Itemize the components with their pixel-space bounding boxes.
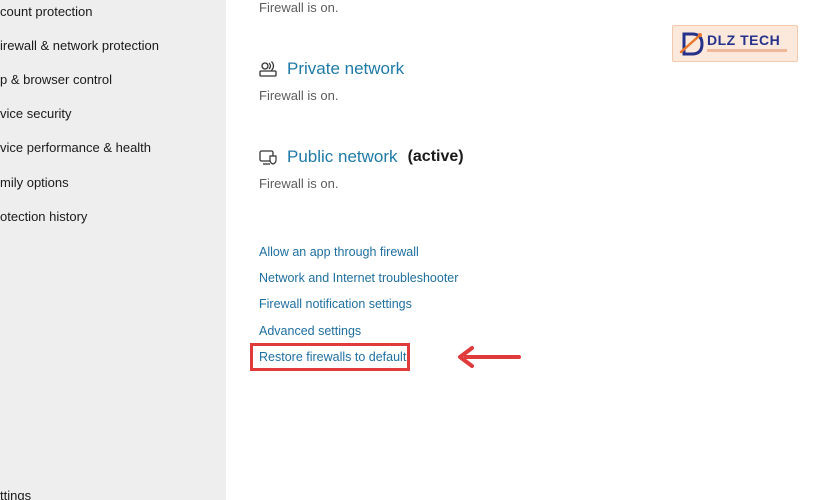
dlz-tech-logo-icon [679,32,704,56]
red-arrow-icon [456,344,522,375]
windows-security-firewall-window: count protection irewall & network prote… [0,0,840,500]
sidebar-item-account-protection[interactable]: count protection [0,4,93,19]
sidebar-item-device-security[interactable]: vice security [0,106,72,121]
private-network-icon [259,60,277,78]
public-network-row: Public network (active) [259,147,464,167]
public-network-link[interactable]: Public network [287,147,398,167]
allow-app-through-firewall-link[interactable]: Allow an app through firewall [259,245,419,259]
logo-tagline-decoration [707,49,787,52]
sidebar: count protection irewall & network prote… [0,0,226,500]
private-network-row: Private network [259,59,404,79]
dlz-tech-logo: DLZ TECH [672,25,798,62]
highlight-box [250,343,410,371]
sidebar-item-settings[interactable]: ttings [0,488,31,500]
sidebar-item-family-options[interactable]: mily options [0,175,69,190]
private-network-link[interactable]: Private network [287,59,404,79]
advanced-settings-link[interactable]: Advanced settings [259,324,361,338]
network-internet-troubleshooter-link[interactable]: Network and Internet troubleshooter [259,271,458,285]
sidebar-item-device-performance-health[interactable]: vice performance & health [0,140,151,155]
main-content: Firewall is on. Private network Firewall… [226,0,840,500]
sidebar-item-protection-history[interactable]: otection history [0,209,87,224]
firewall-notification-settings-link[interactable]: Firewall notification settings [259,297,412,311]
logo-text: DLZ TECH [707,32,781,48]
sidebar-item-firewall-network-protection[interactable]: irewall & network protection [0,38,159,53]
public-network-status: Firewall is on. [259,176,339,191]
public-network-active-label: (active) [407,148,464,165]
private-network-status: Firewall is on. [259,88,339,103]
domain-network-status: Firewall is on. [259,0,339,15]
sidebar-item-app-browser-control[interactable]: p & browser control [0,72,112,87]
public-network-icon [259,148,277,166]
